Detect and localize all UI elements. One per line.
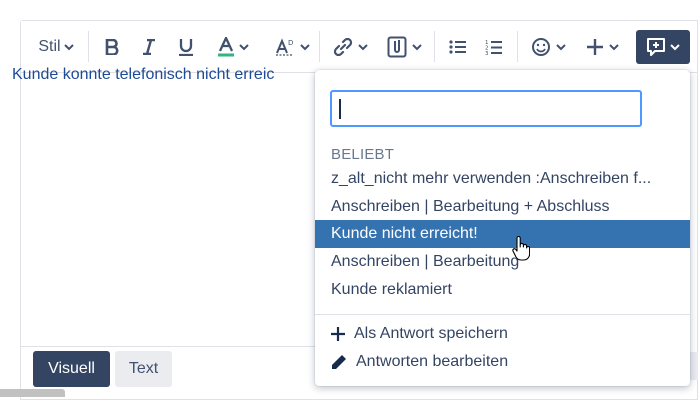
numbered-list-icon: 123 <box>485 40 502 55</box>
svg-text:D: D <box>288 39 293 47</box>
numbered-list-button[interactable]: 123 <box>483 33 505 61</box>
bullet-list-icon <box>449 40 466 54</box>
save-as-response-button[interactable]: Als Antwort speichern <box>331 322 508 346</box>
divider <box>517 31 518 62</box>
link-icon <box>333 38 352 56</box>
chevron-down-icon <box>238 43 249 50</box>
section-title: BELIEBT <box>331 146 395 163</box>
chevron-down-icon <box>357 43 368 50</box>
editor-content[interactable]: Kunde konnte telefonisch nicht erreic <box>12 66 274 84</box>
side-button <box>689 352 698 380</box>
divider <box>319 31 320 62</box>
style-dropdown[interactable]: Stil <box>35 33 77 61</box>
divider <box>315 314 690 315</box>
scrollbar[interactable] <box>0 389 65 397</box>
underline-button[interactable] <box>175 33 197 61</box>
response-item[interactable]: z_alt_nicht mehr verwenden :Anschreiben … <box>315 165 690 193</box>
pencil-icon <box>332 355 346 369</box>
hand-cursor-icon <box>512 236 530 261</box>
save-as-response-label: Als Antwort speichern <box>354 325 508 342</box>
chevron-down-icon <box>670 43 680 50</box>
edit-responses-label: Antworten bearbeiten <box>356 353 509 370</box>
attachment-icon <box>387 36 406 58</box>
response-item[interactable]: Anschreiben | Bearbeitung <box>315 248 690 276</box>
more-format-button[interactable]: D <box>270 33 314 61</box>
text-color-icon <box>217 37 234 57</box>
insert-more-button[interactable] <box>583 33 621 61</box>
macro-icon <box>647 38 665 56</box>
divider <box>434 31 435 62</box>
insert-plus-icon <box>586 39 603 55</box>
response-item-active[interactable]: Kunde nicht erreicht! <box>315 220 690 248</box>
italic-button[interactable] <box>138 33 160 61</box>
attachment-button[interactable] <box>385 33 423 61</box>
response-item[interactable]: Anschreiben | Bearbeitung + Abschluss <box>315 193 690 221</box>
italic-icon <box>143 39 155 55</box>
emoji-button[interactable] <box>529 33 567 61</box>
response-item[interactable]: Kunde reklamiert <box>315 276 690 304</box>
chevron-down-icon <box>63 43 74 50</box>
chevron-down-icon <box>608 43 619 50</box>
edit-responses-button[interactable]: Antworten bearbeiten <box>331 350 508 374</box>
text-caret <box>339 99 341 119</box>
bold-icon <box>105 39 119 55</box>
emoji-icon <box>531 38 550 56</box>
divider <box>88 31 89 62</box>
svg-text:3: 3 <box>485 51 489 55</box>
search-input[interactable] <box>330 90 642 127</box>
text-mode-button[interactable]: Text <box>115 351 172 387</box>
underline-icon <box>179 39 193 56</box>
clear-format-icon: D <box>275 38 293 56</box>
chevron-down-icon <box>411 43 422 50</box>
bold-button[interactable] <box>101 33 123 61</box>
text-color-button[interactable] <box>212 33 254 61</box>
plus-icon <box>331 327 345 341</box>
canned-responses-dropdown: BELIEBT z_alt_nicht mehr verwenden :Ansc… <box>315 70 690 386</box>
canned-responses-button[interactable] <box>636 30 690 64</box>
visual-mode-button[interactable]: Visuell <box>33 351 110 387</box>
link-button[interactable] <box>331 33 369 61</box>
chevron-down-icon <box>299 43 310 50</box>
bullet-list-button[interactable] <box>447 33 469 61</box>
style-label: Stil <box>38 38 61 55</box>
chevron-down-icon <box>555 43 566 50</box>
